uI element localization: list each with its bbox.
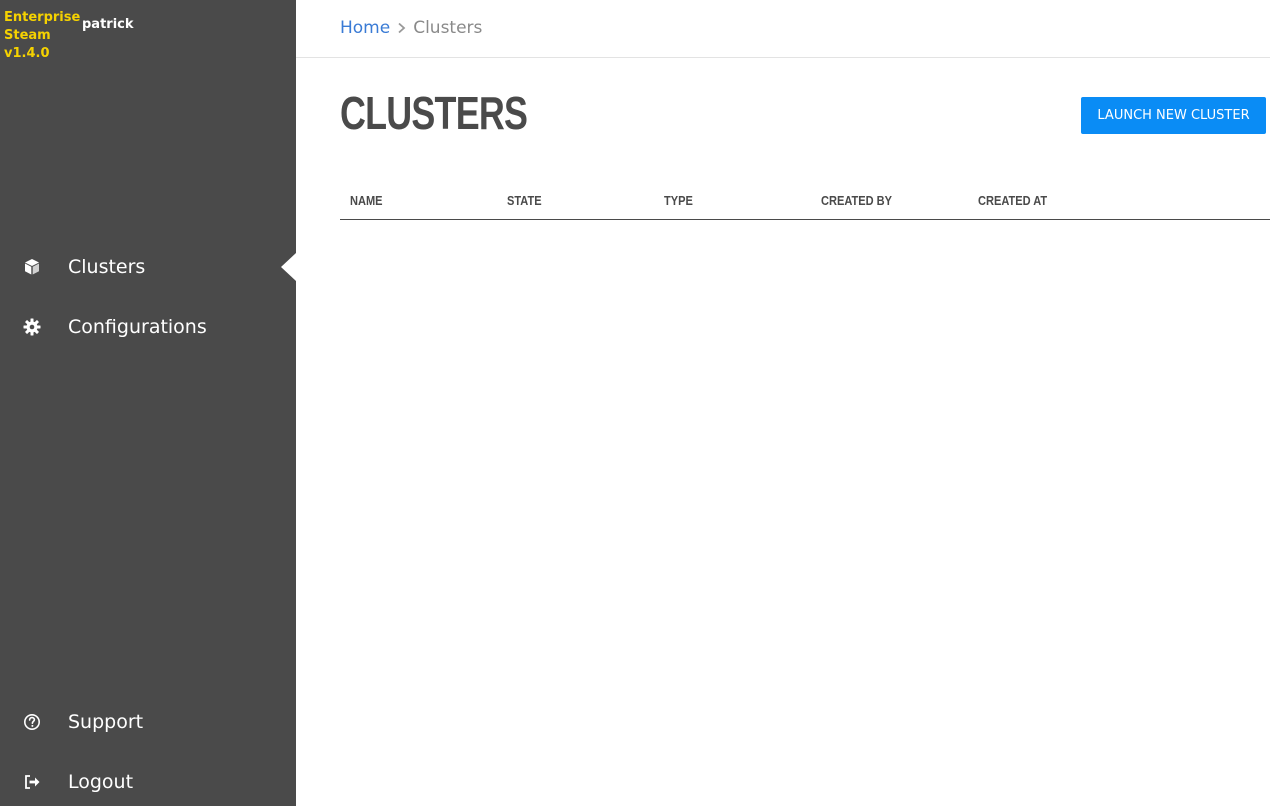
question-circle-icon [22, 712, 42, 732]
column-header-state[interactable]: STATE [507, 193, 542, 208]
sidebar-item-configurations[interactable]: Configurations [0, 305, 296, 349]
brand-line-2: Steam [4, 28, 51, 43]
sign-out-icon [22, 772, 42, 792]
sidebar-item-label: Support [68, 711, 144, 733]
sidebar-item-logout[interactable]: Logout [0, 760, 296, 804]
breadcrumb-home-link[interactable]: Home [340, 18, 390, 38]
sidebar-item-support[interactable]: Support [0, 700, 296, 744]
brand-logo[interactable]: Enterprise Steam v1.4.0 [4, 9, 81, 63]
chevron-right-icon [397, 22, 406, 34]
cube-icon [22, 257, 42, 277]
sidebar: Enterprise Steam v1.4.0 patrick Clusters [0, 0, 296, 806]
breadcrumb-current: Clusters [413, 18, 483, 38]
username: patrick [82, 17, 134, 32]
sidebar-item-label: Clusters [68, 256, 146, 278]
clusters-table-header: NAME STATE TYPE CREATED BY CREATED AT [340, 186, 1270, 220]
column-header-created-by[interactable]: CREATED BY [821, 193, 892, 208]
column-header-name[interactable]: NAME [350, 193, 383, 208]
sidebar-item-label: Logout [68, 771, 134, 793]
column-header-created-at[interactable]: CREATED AT [978, 193, 1047, 208]
brand-version: v1.4.0 [4, 46, 50, 61]
active-indicator [281, 253, 296, 281]
column-header-type[interactable]: TYPE [664, 193, 693, 208]
breadcrumb: Home Clusters [340, 18, 482, 38]
app-window: Enterprise Steam v1.4.0 patrick Clusters [0, 0, 1270, 806]
header-divider [296, 57, 1270, 58]
sidebar-item-label: Configurations [68, 316, 207, 338]
sidebar-item-clusters[interactable]: Clusters [0, 245, 296, 289]
launch-new-cluster-button[interactable]: LAUNCH NEW CLUSTER [1081, 97, 1266, 134]
page-title: CLUSTERS [340, 87, 528, 139]
brand-line-1: Enterprise [4, 10, 81, 25]
gear-icon [22, 317, 42, 337]
